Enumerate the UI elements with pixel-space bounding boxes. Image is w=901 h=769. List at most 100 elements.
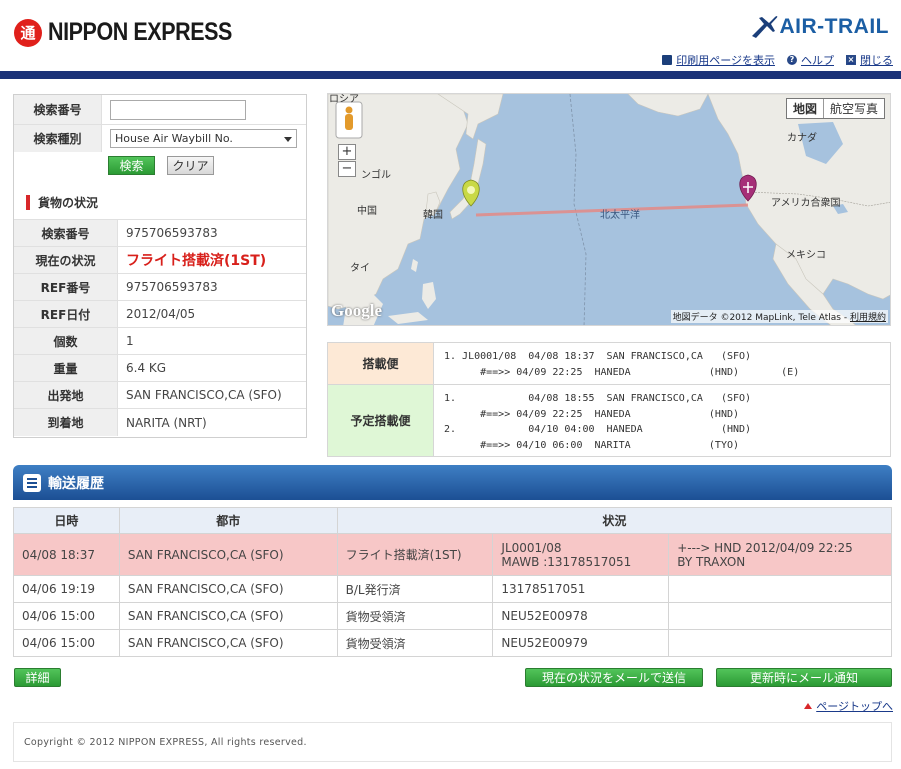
map-terms-link[interactable]: 利用規約 bbox=[850, 313, 886, 323]
status-section-title: 貨物の状況 bbox=[26, 194, 98, 211]
pegman-icon[interactable] bbox=[335, 101, 363, 139]
status-key: 出発地 bbox=[14, 382, 118, 408]
nippon-express-logo[interactable]: 通 NIPPON EXPRESS bbox=[14, 18, 262, 47]
status-key: 重量 bbox=[14, 355, 118, 381]
nippon-express-wordmark: NIPPON EXPRESS bbox=[48, 18, 232, 46]
status-row: 出発地 SAN FRANCISCO,CA (SFO) bbox=[14, 382, 306, 409]
status-key: REF日付 bbox=[14, 301, 118, 327]
detail-button[interactable]: 詳細 bbox=[14, 668, 61, 687]
clear-button[interactable]: クリア bbox=[167, 156, 214, 175]
route-map[interactable]: 地図 航空写真 + − カナダ アメリカ合衆国 メキシコ 北太平洋 中国 韓国 … bbox=[327, 93, 891, 326]
row-detail: 13178517051 bbox=[492, 575, 670, 603]
map-label-russia: ロシア bbox=[329, 94, 359, 105]
row-city: SAN FRANCISCO,CA (SFO) bbox=[118, 602, 338, 630]
row-city: SAN FRANCISCO,CA (SFO) bbox=[118, 533, 338, 576]
history-title: 輸送履歴 bbox=[48, 475, 104, 492]
table-row: 04/08 18:37 SAN FRANCISCO,CA (SFO) フライト搭… bbox=[13, 533, 892, 576]
row-detail-line1: JL0001/08 bbox=[501, 540, 562, 555]
map-attribution: 地図データ ©2012 MapLink, Tele Atlas - 利用規約 bbox=[670, 310, 888, 323]
row-extra bbox=[668, 602, 892, 630]
status-title-text: 貨物の状況 bbox=[38, 196, 99, 210]
map-label-thailand: タイ bbox=[350, 263, 370, 274]
page-top-link[interactable]: ページトップへ bbox=[804, 698, 893, 714]
table-row: 04/06 15:00 SAN FRANCISCO,CA (SFO) 貨物受領済… bbox=[13, 602, 892, 630]
planned-flight-text: 1. 04/08 18:55 SAN FRANCISCO,CA (SFO) #=… bbox=[444, 393, 752, 451]
status-key: 検索番号 bbox=[14, 220, 118, 246]
help-icon: ? bbox=[787, 55, 797, 65]
row-detail: NEU52E00979 bbox=[492, 629, 670, 657]
row-datetime: 04/06 15:00 bbox=[13, 629, 120, 657]
map-type-toggle: 地図 航空写真 bbox=[785, 98, 885, 119]
loaded-flight-label: 搭載便 bbox=[328, 343, 434, 384]
header-links: 印刷用ページを表示 ? ヘルプ × 閉じる bbox=[662, 52, 893, 68]
row-status: 貨物受領済 bbox=[336, 629, 494, 657]
status-value: SAN FRANCISCO,CA (SFO) bbox=[126, 388, 282, 402]
section-marker bbox=[26, 195, 30, 210]
header-divider-bar bbox=[0, 71, 901, 79]
search-type-row: 検索種別 House Air Waybill No. bbox=[14, 125, 306, 152]
search-number-input[interactable] bbox=[110, 100, 246, 120]
row-detail-line2: MAWB :13178517051 bbox=[501, 554, 632, 569]
map-label-pacific: 北太平洋 bbox=[600, 210, 640, 221]
map-attribution-text: 地図データ ©2012 MapLink, Tele Atlas - bbox=[672, 313, 850, 323]
status-value: 975706593783 bbox=[126, 226, 218, 240]
page-top-label: ページトップへ bbox=[816, 700, 893, 713]
map-view-button[interactable]: 地図 bbox=[787, 99, 824, 118]
row-extra: +---> HND 2012/04/09 22:25 BY TRAXON bbox=[668, 533, 892, 576]
copyright-text: Copyright © 2012 NIPPON EXPRESS, All rig… bbox=[24, 736, 307, 748]
status-value: 1 bbox=[126, 334, 134, 348]
history-table: 日時 都市 状況 04/08 18:37 SAN FRANCISCO,CA (S… bbox=[13, 507, 893, 657]
status-value: 975706593783 bbox=[126, 280, 218, 294]
email-status-button[interactable]: 現在の状況をメールで送信 bbox=[525, 668, 703, 687]
row-status: フライト搭載済(1ST) bbox=[336, 533, 494, 576]
list-icon bbox=[23, 473, 41, 492]
arrow-up-icon bbox=[804, 703, 813, 709]
planned-flight-row: 予定搭載便 1. 04/08 18:55 SAN FRANCISCO,CA (S… bbox=[328, 385, 890, 456]
search-button[interactable]: 検索 bbox=[108, 156, 155, 175]
map-label-canada: カナダ bbox=[787, 133, 817, 144]
row-detail: NEU52E00978 bbox=[492, 602, 670, 630]
row-datetime: 04/06 19:19 bbox=[13, 575, 120, 603]
header: 通 NIPPON EXPRESS AIR-TRAIL 印刷用ページを表示 ? ヘ… bbox=[0, 0, 901, 70]
search-number-label: 検索番号 bbox=[14, 95, 102, 124]
row-datetime: 04/06 15:00 bbox=[13, 602, 120, 630]
status-row: 検索番号 975706593783 bbox=[14, 220, 306, 247]
flight-info-box: 搭載便 1. JL0001/08 04/08 18:37 SAN FRANCIS… bbox=[327, 342, 891, 457]
print-page-label: 印刷用ページを表示 bbox=[676, 54, 775, 67]
loaded-flight-row: 搭載便 1. JL0001/08 04/08 18:37 SAN FRANCIS… bbox=[328, 343, 890, 385]
search-type-value: House Air Waybill No. bbox=[115, 132, 233, 145]
help-link[interactable]: ? ヘルプ bbox=[787, 52, 834, 68]
search-number-row: 検索番号 bbox=[14, 95, 306, 125]
status-key: 個数 bbox=[14, 328, 118, 354]
air-trail-logo[interactable]: AIR-TRAIL bbox=[750, 14, 889, 40]
row-city: SAN FRANCISCO,CA (SFO) bbox=[118, 575, 338, 603]
satellite-view-button[interactable]: 航空写真 bbox=[824, 99, 884, 118]
column-header-datetime: 日時 bbox=[13, 507, 120, 534]
status-key: 現在の状況 bbox=[14, 247, 118, 273]
google-logo[interactable]: Google bbox=[331, 301, 382, 321]
status-row: 個数 1 bbox=[14, 328, 306, 355]
email-notify-button[interactable]: 更新時にメール通知 bbox=[716, 668, 892, 687]
map-label-china: 中国 bbox=[357, 206, 377, 217]
map-label-usa: アメリカ合衆国 bbox=[771, 198, 841, 209]
chevron-down-icon bbox=[284, 137, 292, 142]
map-label-korea: 韓国 bbox=[423, 210, 443, 221]
status-row: REF番号 975706593783 bbox=[14, 274, 306, 301]
close-label: 閉じる bbox=[860, 54, 893, 67]
history-header-row: 日時 都市 状況 bbox=[13, 507, 893, 534]
row-status: 貨物受領済 bbox=[336, 602, 494, 630]
close-link[interactable]: × 閉じる bbox=[846, 52, 893, 68]
loaded-flight-text: 1. JL0001/08 04/08 18:37 SAN FRANCISCO,C… bbox=[444, 351, 800, 378]
status-value: 2012/04/05 bbox=[126, 307, 196, 321]
table-row: 04/06 19:19 SAN FRANCISCO,CA (SFO) B/L発行… bbox=[13, 575, 892, 603]
print-page-link[interactable]: 印刷用ページを表示 bbox=[662, 52, 775, 68]
air-trail-wordmark: AIR-TRAIL bbox=[779, 15, 889, 38]
row-detail: JL0001/08 MAWB :13178517051 bbox=[492, 533, 670, 576]
zoom-in-button[interactable]: + bbox=[338, 144, 356, 160]
search-type-select[interactable]: House Air Waybill No. bbox=[110, 129, 297, 148]
status-key: 到着地 bbox=[14, 409, 118, 436]
status-key: REF番号 bbox=[14, 274, 118, 300]
search-status-panel: 検索番号 検索種別 House Air Waybill No. 検索 クリア 貨… bbox=[13, 94, 307, 438]
plane-icon bbox=[751, 16, 777, 38]
zoom-out-button[interactable]: − bbox=[338, 161, 356, 177]
